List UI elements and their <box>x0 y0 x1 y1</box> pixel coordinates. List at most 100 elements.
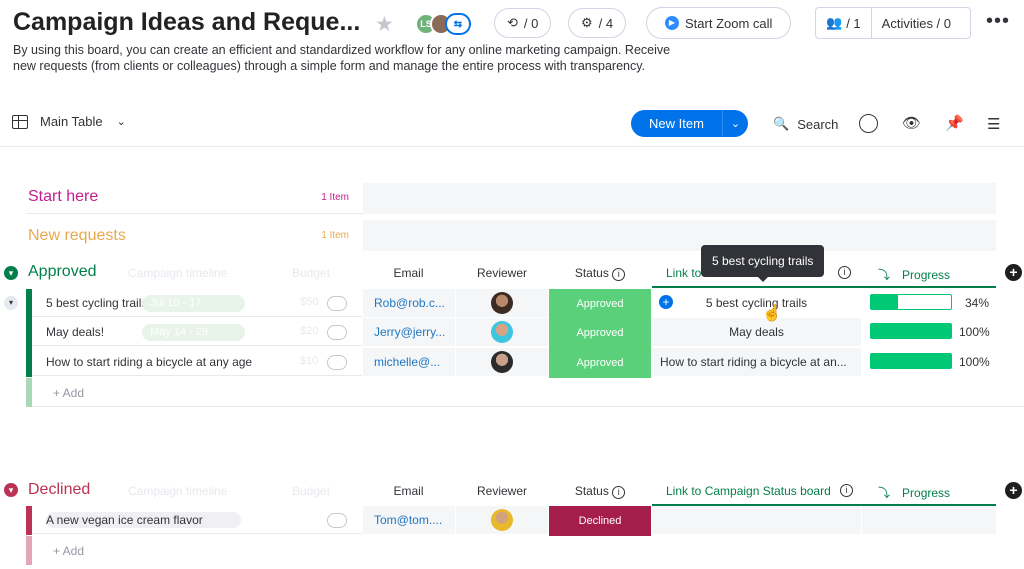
column-underline <box>652 286 996 288</box>
status-cell[interactable]: Approved <box>549 348 651 378</box>
column-header-budget: Budget <box>292 266 331 280</box>
progress-fill <box>871 354 951 368</box>
item-name[interactable]: 5 best cycling trails <box>46 296 147 310</box>
add-column-icon[interactable]: + <box>1005 264 1022 281</box>
progress-cell <box>862 506 996 534</box>
board-title[interactable]: Campaign Ideas and Reque... <box>13 8 360 37</box>
members-button[interactable]: 👥/ 1 <box>816 8 872 38</box>
progress-fill <box>871 295 899 309</box>
column-header-email[interactable]: Email <box>366 484 451 498</box>
new-item-button[interactable]: New Item ⌄ <box>631 110 748 137</box>
email-cell[interactable]: Jerry@jerry... <box>363 318 455 346</box>
chevron-down-icon: ⌄ <box>116 116 126 128</box>
updates-icon: ⟲ <box>507 15 518 30</box>
column-header-reviewer[interactable]: Reviewer <box>458 484 546 498</box>
group-start-here[interactable]: Start here 1 Item <box>26 181 363 214</box>
progress-value: 100% <box>959 355 990 369</box>
cursor-icon: ☝ <box>762 305 782 322</box>
reviewer-cell[interactable] <box>456 289 548 317</box>
automations-button[interactable]: ⚙/ 4 <box>568 8 627 38</box>
budget-value: $50 <box>300 296 319 308</box>
view-selector[interactable]: Main Table ⌄ <box>12 114 126 129</box>
status-cell[interactable]: Declined <box>549 506 651 536</box>
row-menu-icon[interactable]: ▾ <box>4 296 18 310</box>
item-name[interactable]: A new vegan ice cream flavor <box>46 511 241 528</box>
members-activities: 👥/ 1 Activities / 0 <box>815 7 971 39</box>
invite-icon[interactable]: ⇆ <box>445 13 471 35</box>
star-icon[interactable]: ★ <box>375 12 394 37</box>
column-header-timeline: Campaign timeline <box>128 484 228 498</box>
link-cell[interactable] <box>652 506 861 534</box>
column-header-link[interactable]: Link to Campaign Status board <box>666 484 831 498</box>
table-row[interactable]: A new vegan ice cream flavor <box>32 506 362 534</box>
updates-button[interactable]: ⟲/ 0 <box>494 8 552 38</box>
more-icon[interactable]: ••• <box>986 10 1010 33</box>
avatar <box>491 292 513 314</box>
chevron-down-icon[interactable]: ⌄ <box>722 110 748 137</box>
group-color-strip <box>26 378 32 407</box>
group-title-approved[interactable]: Approved <box>28 263 97 281</box>
column-header-status[interactable]: Status i <box>555 484 645 499</box>
email-cell[interactable]: Rob@rob.c... <box>363 289 455 317</box>
progress-value: 34% <box>965 296 990 310</box>
column-header-link[interactable]: Link to <box>666 266 701 280</box>
info-icon[interactable]: i <box>612 268 626 281</box>
zoom-button[interactable]: ▶ Start Zoom call <box>646 7 792 39</box>
group-title-declined[interactable]: Declined <box>28 481 90 499</box>
search-icon: 🔍 <box>773 116 790 131</box>
add-link-icon[interactable]: + <box>659 295 673 309</box>
progress-value: 100% <box>959 325 990 339</box>
status-cell[interactable]: Approved <box>549 289 651 319</box>
group-new-requests[interactable]: New requests 1 Item <box>26 219 363 252</box>
column-header-reviewer[interactable]: Reviewer <box>458 266 546 280</box>
info-icon[interactable]: i <box>838 266 851 279</box>
add-item-input[interactable]: + Add <box>53 544 84 558</box>
budget-value: $20 <box>300 325 319 337</box>
column-header-status[interactable]: Status i <box>555 266 645 281</box>
column-header-progress[interactable]: ⤵ Progress <box>878 266 950 283</box>
reviewer-cell[interactable] <box>456 318 548 346</box>
column-header-email[interactable]: Email <box>366 266 451 280</box>
column-header-budget: Budget <box>292 484 331 498</box>
comment-icon[interactable] <box>327 296 347 311</box>
divider <box>0 146 1024 147</box>
search-button[interactable]: 🔍 Search <box>773 116 838 132</box>
collapse-icon[interactable]: ▾ <box>4 266 18 280</box>
add-item-input[interactable]: + Add <box>53 386 84 400</box>
item-name[interactable]: How to start riding a bicycle at any age <box>46 355 252 369</box>
link-cell[interactable]: 5 best cycling trails <box>652 289 861 317</box>
tooltip-arrow <box>757 276 769 282</box>
group-summary <box>363 183 996 214</box>
table-icon <box>12 114 28 129</box>
link-cell[interactable]: May deals <box>652 318 861 346</box>
reviewer-cell[interactable] <box>456 506 548 534</box>
tooltip: 5 best cycling trails <box>701 245 825 277</box>
column-header-progress[interactable]: ⤵ Progress <box>878 484 950 501</box>
group-color-strip <box>26 536 32 565</box>
email-cell[interactable]: michelle@... <box>363 348 455 376</box>
eye-icon[interactable]: 👁 <box>902 114 921 132</box>
avatar <box>491 321 513 343</box>
status-cell[interactable]: Approved <box>549 318 651 348</box>
comment-icon[interactable] <box>327 513 347 528</box>
reviewer-cell[interactable] <box>456 348 548 376</box>
board-members[interactable]: LS ⇆ <box>415 13 471 35</box>
progress-icon: ⤵ <box>878 268 891 282</box>
link-cell[interactable]: How to start riding a bicycle at an... <box>652 348 861 376</box>
activities-button[interactable]: Activities / 0 <box>872 16 961 31</box>
comment-icon[interactable] <box>327 355 347 370</box>
filter-icon[interactable]: ☰ <box>987 115 1000 133</box>
progress-icon: ⤵ <box>878 486 891 500</box>
item-name[interactable]: May deals! <box>46 325 104 339</box>
person-filter-icon[interactable] <box>859 114 878 133</box>
email-cell[interactable]: Tom@tom.... <box>363 506 455 534</box>
column-header-timeline: Campaign timeline <box>128 266 228 280</box>
avatar <box>491 509 513 531</box>
comment-icon[interactable] <box>327 325 347 340</box>
add-column-icon[interactable]: + <box>1005 482 1022 499</box>
collapse-icon[interactable]: ▾ <box>4 483 18 497</box>
pin-icon[interactable]: 📌 <box>945 114 964 132</box>
people-icon: 👥 <box>826 15 843 30</box>
info-icon[interactable]: i <box>612 486 626 499</box>
info-icon[interactable]: i <box>840 484 853 497</box>
